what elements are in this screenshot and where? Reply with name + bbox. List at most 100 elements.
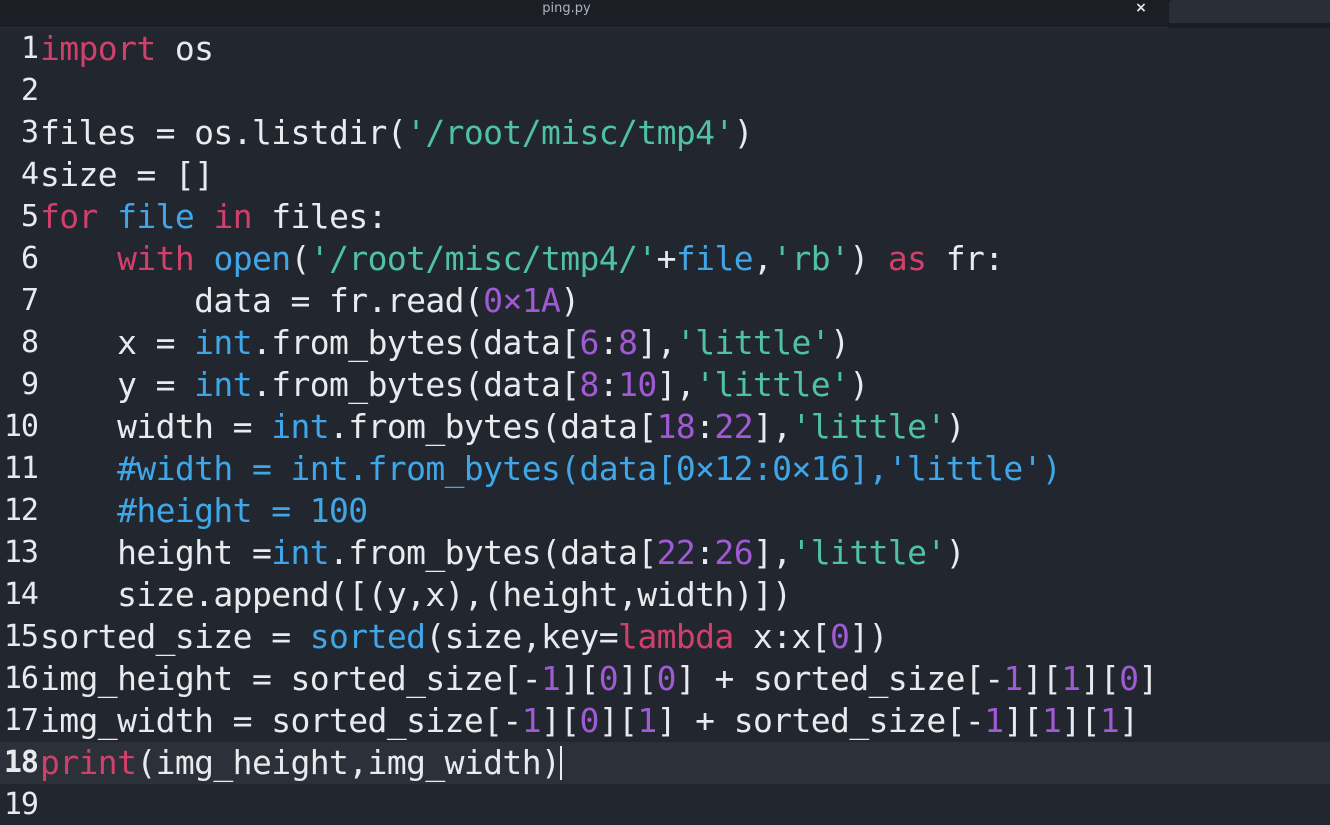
line-number: 4	[20, 157, 38, 192]
code-text[interactable]: width = int.from_bytes(data[18:22],'litt…	[40, 406, 965, 448]
token-default: y =	[40, 365, 195, 404]
token-string: 'little'	[695, 365, 850, 404]
token-default: size.append([(y,x),(height,width)])	[40, 575, 792, 614]
token-default: :	[598, 323, 619, 362]
code-line[interactable]: 4 size = []	[0, 154, 1330, 196]
token-default: )	[830, 323, 850, 362]
token-number: 0	[830, 617, 850, 656]
token-default: ][	[1061, 701, 1100, 740]
code-line[interactable]: 16 img_height = sorted_size[-1][0][0] + s…	[0, 658, 1330, 700]
code-line[interactable]: 14 size.append([(y,x),(height,width)])	[0, 574, 1330, 616]
token-default: ]	[1138, 659, 1158, 698]
token-default: data = fr.read(	[40, 281, 484, 320]
code-line[interactable]: 9 y = int.from_bytes(data[8:10],'little'…	[0, 364, 1330, 406]
token-string: '/root/misc/tmp4'	[406, 113, 734, 152]
token-default: fr:	[926, 239, 1004, 278]
code-text[interactable]: import os	[40, 28, 214, 70]
token-builtin: file	[117, 197, 195, 236]
code-text[interactable]: height =int.from_bytes(data[22:26],'litt…	[40, 532, 965, 574]
token-default: )	[849, 239, 888, 278]
token-default: width =	[40, 407, 272, 446]
token-default: img_width = sorted_size[-	[40, 701, 522, 740]
code-text[interactable]: with open('/root/misc/tmp4/'+file,'rb') …	[40, 238, 1004, 280]
tab-ping-py[interactable]: ping.py ×	[0, 0, 1168, 28]
line-number: 19	[3, 787, 38, 822]
code-line[interactable]: 12 #height = 100	[0, 490, 1330, 532]
text-cursor	[560, 745, 563, 780]
code-line[interactable]: 17 img_width = sorted_size[-1][0][1] + so…	[0, 700, 1330, 742]
token-default: .from_bytes(data[	[329, 407, 657, 446]
line-number: 15	[3, 619, 38, 654]
token-builtin: int	[271, 407, 330, 446]
code-text[interactable]: size = []	[40, 154, 214, 196]
code-line[interactable]: 10 width = int.from_bytes(data[18:22],'l…	[0, 406, 1330, 448]
line-number: 9	[20, 367, 38, 402]
token-default	[194, 197, 213, 236]
code-line[interactable]: 18 print(img_height,img_width)	[0, 742, 1330, 784]
code-text[interactable]: for file in files:	[40, 196, 387, 238]
token-number: 1	[1061, 659, 1081, 698]
code-line[interactable]: 8 x = int.from_bytes(data[6:8],'little')	[0, 322, 1330, 364]
token-default: (img_height,img_width)	[136, 743, 561, 782]
line-number: 10	[3, 409, 38, 444]
code-text[interactable]: files = os.listdir('/root/misc/tmp4')	[40, 112, 754, 154]
code-line[interactable]: 2	[0, 70, 1330, 112]
token-default: size = []	[40, 155, 214, 194]
token-default: .from_bytes(data[	[251, 323, 580, 362]
code-text[interactable]: #width = int.from_bytes(data[0×12:0×16],…	[40, 448, 1062, 490]
code-line[interactable]: 15 sorted_size = sorted(size,key=lambda x…	[0, 616, 1330, 658]
code-line[interactable]: 1 import os	[0, 28, 1330, 70]
token-default: )	[849, 365, 869, 404]
token-number: 0	[579, 701, 600, 740]
code-text[interactable]: size.append([(y,x),(height,width)])	[40, 574, 792, 616]
line-number: 13	[3, 535, 38, 570]
code-text[interactable]: img_height = sorted_size[-1][0][0] + sor…	[40, 658, 1158, 700]
token-default: ],	[752, 533, 792, 572]
token-keyword: for	[40, 197, 98, 236]
code-line[interactable]: 3 files = os.listdir('/root/misc/tmp4')	[0, 112, 1330, 154]
code-text[interactable]: img_width = sorted_size[-1][0][1] + sort…	[40, 700, 1139, 742]
token-default: ],	[752, 407, 792, 446]
token-comment: #width = int.from_bytes(data[0×12:0×16],…	[40, 449, 1062, 488]
code-line[interactable]: 19	[0, 784, 1330, 825]
tab-title: ping.py	[542, 1, 591, 16]
token-comment: #height = 100	[40, 491, 368, 530]
token-default: ]	[1119, 701, 1139, 740]
code-text[interactable]: data = fr.read(0×1A)	[40, 280, 580, 322]
token-number: 0	[656, 659, 677, 698]
token-number: 8	[579, 365, 600, 404]
token-default: ,	[752, 239, 773, 278]
token-string: 'little'	[675, 323, 831, 362]
line-number: 6	[20, 241, 38, 276]
token-number: 1	[637, 701, 657, 740]
code-text[interactable]: y = int.from_bytes(data[8:10],'little')	[40, 364, 869, 406]
code-editor[interactable]: 1 import os 2 3 files = os.listdir('/root/mi…	[0, 28, 1330, 825]
line-number: 8	[20, 325, 38, 360]
token-string: 'little'	[791, 407, 947, 446]
token-default: ][	[1003, 701, 1043, 740]
token-keyword: as	[887, 239, 927, 278]
token-number: 18	[656, 407, 696, 446]
code-line[interactable]: 7 data = fr.read(0×1A)	[0, 280, 1330, 322]
token-string: 'rb'	[772, 239, 850, 278]
close-icon[interactable]: ×	[1130, 0, 1152, 18]
token-default	[194, 239, 213, 278]
code-text[interactable]: #height = 100	[40, 490, 368, 532]
line-number: 16	[3, 661, 38, 696]
token-default: )	[733, 113, 754, 152]
code-line[interactable]: 6 with open('/root/misc/tmp4/'+file,'rb'…	[0, 238, 1330, 280]
line-number: 3	[20, 115, 38, 150]
token-default: .from_bytes(data[	[329, 533, 657, 572]
code-line[interactable]: 5 for file in files:	[0, 196, 1330, 238]
tab-inactive[interactable]	[1169, 0, 1330, 23]
token-number: 10	[618, 365, 657, 404]
code-line[interactable]: 13 height =int.from_bytes(data[22:26],'l…	[0, 532, 1330, 574]
token-builtin: open	[213, 239, 291, 278]
token-default: (size,key=	[425, 617, 619, 656]
code-text[interactable]: x = int.from_bytes(data[6:8],'little')	[40, 322, 850, 364]
token-keyword: in	[213, 197, 252, 236]
code-text[interactable]: sorted_size = sorted(size,key=lambda x:x…	[40, 616, 888, 658]
token-default: (	[290, 239, 311, 278]
code-line[interactable]: 11 #width = int.from_bytes(data[0×12:0×1…	[0, 448, 1330, 490]
code-text[interactable]: print(img_height,img_width)	[40, 742, 563, 784]
